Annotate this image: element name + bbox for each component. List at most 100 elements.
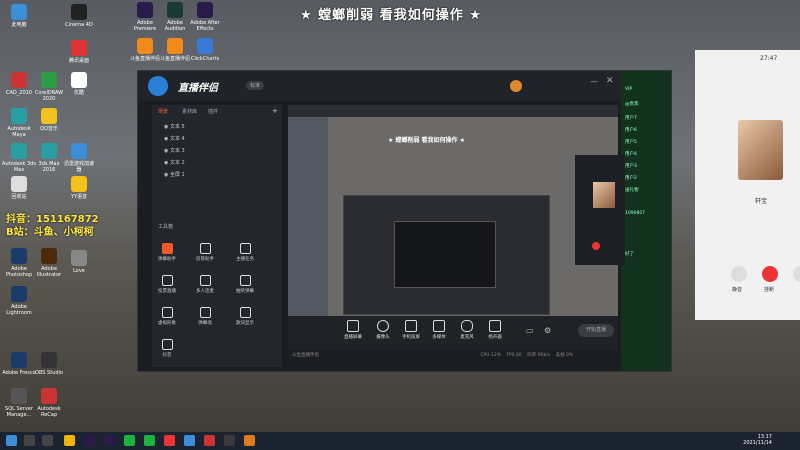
scene-item[interactable]: ◉ 文本 2 <box>164 159 185 166</box>
desktop-icon-douyu-1[interactable]: 斗鱼直播伴侣 <box>128 38 162 62</box>
scene-item[interactable]: ◉ 文本 4 <box>164 135 185 142</box>
mini-call-avatar <box>593 182 615 208</box>
desktop-icon-premiere[interactable]: Adobe Premiere <box>128 2 162 32</box>
desktop-icon-douyu-2[interactable]: 斗鱼直播伴侣 <box>158 38 192 62</box>
mini-hangup-icon[interactable] <box>592 242 600 250</box>
source-controls: 直播屏幕 摄像头 手机投屏 多媒体 麦克风 扬声器 ▭ ⚙ 开始直播 <box>288 316 618 350</box>
scene-item[interactable]: ◉ 文本 5 <box>164 123 185 130</box>
chat-line: 用户4 <box>625 152 637 157</box>
desktop-icon-love[interactable]: Love <box>62 250 96 274</box>
obs-taskbar-icon[interactable] <box>224 435 235 446</box>
mute-button[interactable] <box>731 266 747 282</box>
desktop-icon-youku[interactable]: 优酷 <box>62 72 96 96</box>
app-taskbar-icon[interactable] <box>164 435 175 446</box>
tool-lottery[interactable]: 抽奖弹幕 <box>232 275 258 294</box>
search-icon[interactable] <box>24 435 35 446</box>
settings-icon[interactable]: ⚙ <box>544 326 551 335</box>
close-icon[interactable]: ✕ <box>606 76 614 86</box>
start-icon[interactable] <box>6 435 17 446</box>
tool-danmu-wall[interactable]: 弹幕墙 <box>192 307 218 326</box>
tab-plugins[interactable]: 插件 <box>208 108 218 115</box>
desktop-icon-cinema4d[interactable]: Cinema 4D <box>62 4 96 28</box>
screen-capture-button[interactable]: 直播屏幕 <box>340 320 366 340</box>
camera-button[interactable]: 摄像头 <box>370 320 396 340</box>
explorer-icon[interactable] <box>64 435 75 446</box>
chat-line: 用户3 <box>625 164 637 169</box>
drop-stat: 丢帧 0% <box>555 353 574 358</box>
caller-avatar <box>738 120 783 180</box>
desktop-icon-sqlserver[interactable]: SQL Server Manage... <box>2 388 36 418</box>
desktop-icon-aftereffects[interactable]: Adobe After Effects <box>188 2 222 32</box>
clock-date: 2021/11/14 <box>743 440 772 446</box>
premiere-taskbar-icon[interactable] <box>84 435 95 446</box>
tool-lyrics[interactable]: 歌词显示 <box>232 307 258 326</box>
hangup-button[interactable] <box>762 266 778 282</box>
user-avatar[interactable] <box>510 80 522 92</box>
task-view-icon[interactable] <box>42 435 53 446</box>
app-badge: 标准 <box>246 81 265 90</box>
minimize-icon[interactable]: — <box>590 77 598 86</box>
desktop-icon-fresco[interactable]: Adobe Fresco <box>2 352 36 376</box>
douyin-id: 抖音：151167872 <box>6 214 99 225</box>
bitrate-stat: 码率 0Kb/s <box>527 353 551 358</box>
desktop-icon-corel[interactable]: CorelDRAW 2020 <box>32 72 66 102</box>
taskbar: 13:17 2021/11/14 <box>0 432 800 450</box>
cpu-stat: CPU 12% <box>480 353 502 358</box>
speaker-button[interactable]: 扬声器 <box>482 320 508 340</box>
tool-douyin[interactable]: 抖音 <box>154 339 180 358</box>
desktop-icon-audition[interactable]: Adobe Audition <box>158 2 192 32</box>
media-button[interactable]: 多媒体 <box>426 320 452 340</box>
desktop-icon-yy[interactable]: YY语音 <box>62 176 96 200</box>
wechat2-taskbar-icon[interactable] <box>144 435 155 446</box>
chat-line: 用户2 <box>625 176 637 181</box>
desktop-icon-photoshop[interactable]: Adobe Photoshop <box>2 248 36 278</box>
tool-multi-mic[interactable]: 多人连麦 <box>192 275 218 294</box>
desktop-icon-obs[interactable]: OBS Studio <box>32 352 66 376</box>
tool-danmu[interactable]: 弹幕助手 <box>154 243 180 262</box>
tool-vote[interactable]: 投票直播 <box>154 275 180 294</box>
wechat-taskbar-icon[interactable] <box>124 435 135 446</box>
chat-line: VIP <box>625 87 633 92</box>
caller-name: 轩宝 <box>755 198 768 205</box>
system-clock[interactable]: 13:17 2021/11/14 <box>743 434 772 446</box>
desktop-icon-cad[interactable]: CAD_2010 <box>2 72 36 96</box>
douyu-taskbar-icon[interactable] <box>204 435 215 446</box>
after-effects-taskbar-icon[interactable] <box>104 435 115 446</box>
mic-button[interactable]: 麦克风 <box>454 320 480 340</box>
chat-line: 用户6 <box>625 128 637 133</box>
desktop-icon-tencent[interactable]: 腾讯桌面 <box>62 40 96 64</box>
tool-task[interactable]: 主播任务 <box>232 243 258 262</box>
desktop-icon-clickcharts[interactable]: ClickCharts <box>188 38 222 62</box>
status-bar: 斗鱼直播伴侣 CPU 12% FPS 60 码率 0Kb/s 丢帧 0% <box>288 352 618 362</box>
desktop-icon-xunlei[interactable]: 迅雷游戏加速器 <box>62 143 96 173</box>
tool-avatar[interactable]: 虚拟形象 <box>154 307 180 326</box>
tool-room-admin[interactable]: 房管助手 <box>192 243 218 262</box>
record-icon[interactable]: ▭ <box>526 326 534 335</box>
desktop-icon-illustrator[interactable]: Adobe Illustrator <box>32 248 66 278</box>
desktop-icon-qqmusic[interactable]: QQ音乐 <box>32 108 66 132</box>
scene-item[interactable]: ◉ 文本 3 <box>164 147 185 154</box>
start-live-button[interactable]: 开始直播 <box>578 324 614 337</box>
tab-scene[interactable]: 场景 <box>158 108 168 115</box>
app-titlebar: 直播伴侣 标准 — ✕ <box>138 71 671 101</box>
tab-assets[interactable]: 素材库 <box>182 108 197 115</box>
voice-call-window: 27:47 <box>695 50 800 320</box>
desktop-icon-recycle[interactable]: 回收站 <box>2 176 36 200</box>
desktop-icon-3dsmax-2016[interactable]: 3ds Max 2016 <box>32 143 66 173</box>
stream-preview: ★ 螳螂削弱 看我如何操作 ★ <box>288 105 618 350</box>
desktop-icon-lightroom[interactable]: Adobe Lightroom <box>2 286 36 316</box>
browser-taskbar-icon[interactable] <box>184 435 195 446</box>
desktop-icon-maya[interactable]: Autodesk Maya <box>2 108 36 138</box>
scene-item[interactable]: ◉ 全屏 1 <box>164 171 185 178</box>
desktop-icon-this-pc[interactable]: 此电脑 <box>2 4 36 28</box>
live-taskbar-icon[interactable] <box>244 435 255 446</box>
chat-panel: VIP @贵宾 用户7 用户6 用户5 用户4 用户3 用户2 送礼物 1090… <box>621 71 671 371</box>
add-scene-icon[interactable]: + <box>272 107 278 115</box>
preview-banner: ★ 螳螂削弱 看我如何操作 ★ <box>388 137 466 144</box>
desktop-icon-3dsmax[interactable]: Autodesk 3ds Max <box>2 143 36 173</box>
social-handles: 抖音：151167872 B站：斗鱼、小柯柯 <box>6 213 99 239</box>
mini-call-window[interactable] <box>575 155 625 265</box>
phone-cast-button[interactable]: 手机投屏 <box>398 320 424 340</box>
desktop-icon-recap[interactable]: Autodesk ReCap <box>32 388 66 418</box>
chat-line: 1090807 <box>625 211 646 216</box>
